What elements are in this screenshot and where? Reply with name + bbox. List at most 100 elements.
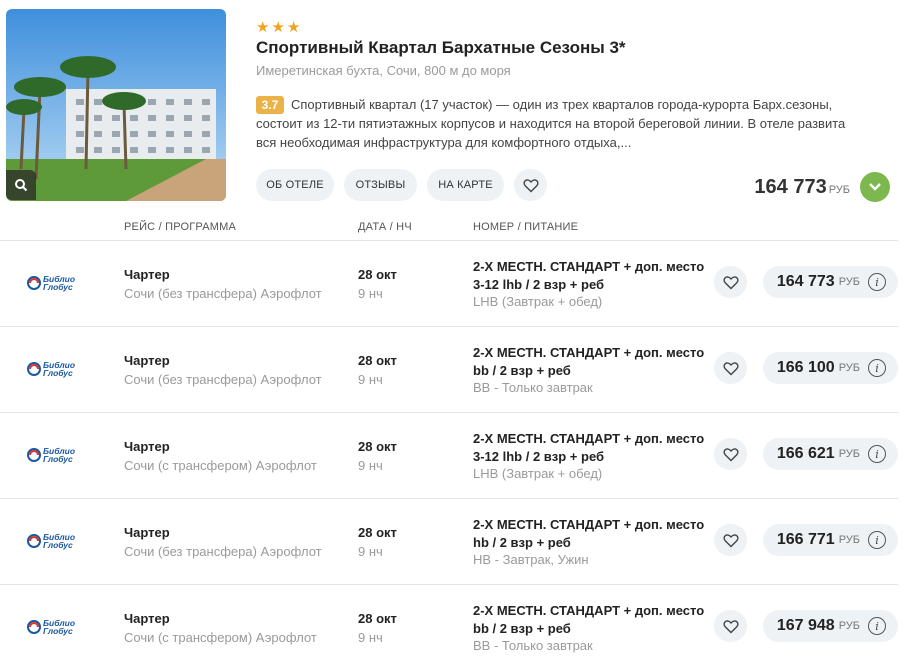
operator-logo: Библио Глобус [26, 361, 75, 377]
nights: 9 нч [358, 458, 383, 473]
offers-table: Библио Глобус Чартер Сочи (без трансфера) … [0, 241, 898, 670]
operator-logo: Библио Глобус [26, 619, 75, 635]
operator-logo: Библио Глобус [26, 275, 75, 291]
room-type: 2-Х МЕСТН. СТАНДАРТ + доп. место 3-12 lh… [473, 431, 705, 464]
favorite-button[interactable] [714, 610, 747, 642]
price-value: 167 948 [776, 617, 835, 634]
heart-icon [722, 533, 739, 547]
price-button[interactable]: 166 100 РУБ i [762, 352, 898, 384]
table-row[interactable]: Библио Глобус Чартер Сочи (без трансфера) … [0, 499, 898, 585]
flight-type: Чартер [124, 439, 170, 454]
offers-table-header: РЕЙС / ПРОГРАММА ДАТА / НЧ НОМЕР / ПИТАН… [0, 213, 898, 241]
meal-plan: HB - Завтрак, Ужин [473, 552, 589, 567]
operator-logo: Библио Глобус [26, 533, 75, 549]
header-date: ДАТА / НЧ [358, 221, 412, 233]
price-button[interactable]: 164 773 РУБ i [762, 266, 898, 298]
price-value: 164 773 [776, 273, 835, 290]
flight-type: Чартер [124, 267, 170, 282]
info-icon[interactable]: i [868, 273, 886, 291]
nights: 9 нч [358, 544, 383, 559]
flight-route: Сочи (без трансфера) Аэрофлот [124, 544, 322, 559]
price-value: 166 100 [776, 359, 835, 376]
heart-icon [722, 361, 739, 375]
meal-plan: LHB (Завтрак + обед) [473, 466, 603, 481]
operator-logo-line2: Глобус [43, 454, 73, 464]
price-value: 166 621 [776, 445, 835, 462]
table-row[interactable]: Библио Глобус Чартер Сочи (без трансфера) … [0, 241, 898, 327]
operator-logo-icon [27, 362, 41, 376]
meal-plan: BB - Только завтрак [473, 380, 593, 395]
info-icon[interactable]: i [868, 359, 886, 377]
operator-logo-icon [27, 620, 41, 634]
favorite-button[interactable] [714, 438, 747, 470]
table-row[interactable]: Библио Глобус Чартер Сочи (без трансфера) … [0, 327, 898, 413]
room-type: 2-Х МЕСТН. СТАНДАРТ + доп. место 3-12 lh… [473, 259, 705, 292]
price-currency: РУБ [838, 620, 860, 632]
price-currency: РУБ [838, 534, 860, 546]
info-icon[interactable]: i [868, 617, 886, 635]
hotel-description: Спортивный квартал (17 участок) — один и… [256, 97, 846, 150]
operator-logo-icon [27, 276, 41, 290]
header-flight: РЕЙС / ПРОГРАММА [124, 221, 237, 233]
header-room: НОМЕР / ПИТАНИЕ [473, 221, 579, 233]
favorite-button[interactable] [514, 169, 547, 201]
rating-badge: 3.7 [256, 96, 284, 114]
price-currency: РУБ [838, 362, 860, 374]
operator-logo: Библио Глобус [26, 447, 75, 463]
room-type: 2-Х МЕСТН. СТАНДАРТ + доп. место hb / 2 … [473, 517, 705, 550]
hotel-photo-image [6, 9, 226, 201]
flight-type: Чартер [124, 353, 170, 368]
search-icon [15, 179, 28, 192]
reviews-button[interactable]: ОТЗЫВЫ [344, 169, 417, 201]
operator-logo-line2: Глобус [43, 540, 73, 550]
zoom-photo-button[interactable] [6, 170, 36, 200]
about-hotel-button[interactable]: ОБ ОТЕЛЕ [256, 169, 334, 201]
table-row[interactable]: Библио Глобус Чартер Сочи (с трансфером) А… [0, 413, 898, 499]
star-icon: ★ [286, 19, 301, 36]
star-icon: ★ [256, 19, 270, 36]
departure-date: 28 окт [358, 525, 397, 540]
heart-icon [722, 619, 739, 633]
info-icon[interactable]: i [868, 531, 886, 549]
price-button[interactable]: 167 948 РУБ i [762, 610, 898, 642]
operator-logo-line2: Глобус [43, 282, 73, 292]
price-currency: РУБ [838, 276, 860, 288]
operator-logo-icon [27, 448, 41, 462]
price-value: 166 771 [776, 531, 835, 548]
meal-plan: LHB (Завтрак + обед) [473, 294, 603, 309]
hotel-min-price: 164 773 РУБ [754, 176, 850, 199]
favorite-button[interactable] [714, 266, 747, 298]
nights: 9 нч [358, 372, 383, 387]
operator-logo-icon [27, 534, 41, 548]
operator-logo-line2: Глобус [43, 626, 73, 636]
room-type: 2-Х МЕСТН. СТАНДАРТ + доп. место bb / 2 … [473, 603, 705, 636]
on-map-button[interactable]: НА КАРТЕ [427, 169, 504, 201]
expand-offers-button[interactable] [860, 172, 890, 202]
departure-date: 28 окт [358, 611, 397, 626]
nights: 9 нч [358, 286, 383, 301]
chevron-down-icon [869, 183, 881, 191]
price-button[interactable]: 166 621 РУБ i [762, 438, 898, 470]
flight-route: Сочи (с трансфером) Аэрофлот [124, 630, 317, 645]
flight-route: Сочи (без трансфера) Аэрофлот [124, 286, 322, 301]
flight-route: Сочи (с трансфером) Аэрофлот [124, 458, 317, 473]
meal-plan: BB - Только завтрак [473, 638, 593, 653]
room-type: 2-Х МЕСТН. СТАНДАРТ + доп. место bb / 2 … [473, 345, 705, 378]
info-icon[interactable]: i [868, 445, 886, 463]
hotel-photo[interactable] [6, 9, 226, 201]
favorite-button[interactable] [714, 352, 747, 384]
hotel-price-value: 164 773 [754, 176, 827, 198]
hotel-location: Имеретинская бухта, Сочи, 800 м до моря [256, 63, 511, 78]
flight-type: Чартер [124, 611, 170, 626]
price-button[interactable]: 166 771 РУБ i [762, 524, 898, 556]
nights: 9 нч [358, 630, 383, 645]
hotel-price-currency: РУБ [828, 184, 850, 196]
departure-date: 28 окт [358, 439, 397, 454]
hotel-card: ★ ★ ★ Спортивный Квартал Бархатные Сезон… [0, 0, 916, 212]
flight-route: Сочи (без трансфера) Аэрофлот [124, 372, 322, 387]
table-row[interactable]: Библио Глобус Чартер Сочи (с трансфером) А… [0, 585, 898, 670]
hotel-name[interactable]: Спортивный Квартал Бархатные Сезоны 3* [256, 38, 626, 58]
hotel-stars: ★ ★ ★ [256, 19, 301, 36]
favorite-button[interactable] [714, 524, 747, 556]
price-currency: РУБ [838, 448, 860, 460]
